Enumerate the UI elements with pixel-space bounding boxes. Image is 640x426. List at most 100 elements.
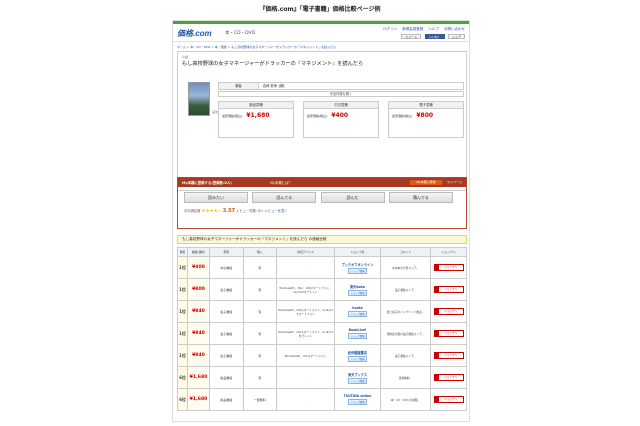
go-to-shop-button[interactable]: ショップへ (433, 374, 464, 381)
product-panel: 小説 もし高校野球の女子マネージャーがドラッカーの『マネジメント』を読んだら 画… (177, 51, 467, 191)
login-link[interactable]: ログイン (383, 27, 397, 31)
signup-link[interactable]: 新規会員登録 (402, 27, 423, 31)
comment-cell: 本・CD・DVD の通販。 (380, 388, 431, 411)
col-format[interactable]: 形態 (209, 247, 244, 257)
go-to-shop-button[interactable]: ショップへ (433, 352, 464, 359)
col-go: ショップへ (430, 247, 467, 257)
shop-name-link[interactable]: 楽天kobo (336, 284, 379, 289)
rank-cell: 1位 (177, 300, 188, 323)
shop-info-badge[interactable]: ショップ情報 (348, 289, 367, 296)
shop-name-link[interactable]: TSUTAYA online (336, 394, 379, 398)
rank-cell: 1位 (177, 278, 188, 301)
shop-info-badge[interactable]: ショップ情報 (348, 399, 367, 405)
row-price: ¥1,680 (189, 375, 208, 380)
shop-info-badge[interactable]: ショップ情報 (348, 267, 367, 274)
purchase-cell: 有 (242, 300, 277, 323)
register-bookshelf-button[interactable]: My本棚に登録 (410, 180, 442, 185)
comment-cell: 電子書籍ストア。 (380, 344, 431, 367)
purchase-cell: 有 (242, 322, 277, 345)
shop-info-badge[interactable]: ショップ情報 (348, 355, 367, 362)
price-cell: ¥840 (187, 300, 210, 323)
table-row: 6位 ¥1,680 新品書籍有 - 楽天ブックス ショップ情報 送料無料。 ショップへ (177, 366, 467, 389)
comment-cell: 紙と電子のハイブリッド書店。 (380, 300, 431, 323)
col-price[interactable]: 価格(送料) (187, 247, 210, 257)
shop-cell: 楽天kobo ショップ情報 (334, 278, 381, 301)
shop-info-badge[interactable]: ショップ情報 (348, 333, 367, 339)
mypage-link[interactable]: マイページ (447, 180, 462, 184)
format-cell: 電子書籍 (209, 322, 244, 345)
breadcrumb[interactable]: ホーム > 本・CD・DVD > 本・雑誌 > もし高校野球の女子マネージャーが… (177, 45, 467, 49)
go-cell: ショップへ (430, 256, 467, 279)
go-to-shop-button[interactable]: ショップへ (433, 396, 464, 403)
col-purchase: 購入 (242, 247, 277, 257)
rank-cell: 1位 (177, 344, 188, 367)
like-button[interactable]: いいね！ (424, 34, 445, 39)
format-box-used[interactable]: 中古書籍 最安価格(税込): ¥400 (303, 101, 379, 138)
table-row: 1位 ¥840 電子書籍有 WindowsPC、iOSスマートフォン 紀伊國屋書店 ショッ… (177, 344, 467, 367)
go-to-shop-button[interactable]: ショップへ (433, 308, 464, 315)
format-cell: 新品書籍 (209, 388, 244, 411)
format-box-ebook[interactable]: 電子書籍 最安価格(税込): ¥800 (388, 101, 464, 138)
go-cell: ショップへ (430, 300, 467, 323)
share-button[interactable]: シェア (447, 34, 465, 39)
go-to-shop-button[interactable]: ショップへ (433, 264, 464, 271)
site-logo[interactable]: 価格.com (177, 28, 212, 39)
author-value[interactable]: 岩崎 夏海【著】 (263, 83, 286, 89)
want-to-read-button[interactable]: 読みたい (184, 192, 248, 203)
col-comment: コメント (380, 247, 431, 257)
comment-cell: 送料無料。 (380, 366, 431, 389)
shop-name-link[interactable]: honto (336, 306, 379, 310)
rating-value: 3.57 (222, 208, 236, 214)
rank-cell: 6位 (177, 366, 188, 389)
row-price: ¥840 (192, 353, 205, 358)
rating-label: 平均満足度 (184, 209, 201, 213)
device-cell: WindowsPC、Mac、iOSスマートフォン、Androidタブレット (276, 278, 335, 301)
shop-name-link[interactable]: BookLive! (336, 328, 379, 332)
write-review-link[interactable]: レビューを書く (265, 209, 288, 213)
price-cell: ¥1,680 (187, 388, 210, 411)
shop-info-badge[interactable]: ショップ情報 (348, 311, 367, 317)
shop-name-link[interactable]: 楽天ブックス (336, 372, 379, 377)
price-cell: ¥840 (187, 344, 210, 367)
stacked-button[interactable]: 積んでる (388, 192, 453, 203)
table-row: 1位 ¥800 電子書籍有 WindowsPC、Mac、iOSスマートフォン、Andr… (177, 278, 467, 301)
format-name: 中古書籍 (304, 102, 378, 109)
format-price-row: 最安価格(税込): ¥800 (392, 112, 434, 119)
shop-cell: 紀伊國屋書店 ショップ情報 (334, 344, 381, 367)
read-button[interactable]: 読んだ (320, 192, 385, 203)
my-bookshelf-help-link[interactable]: My本棚とは？ (270, 180, 292, 185)
shop-info-badge[interactable]: ショップ情報 (348, 377, 367, 384)
row-price: ¥1,680 (189, 397, 208, 402)
browser-page: 価格.com 本・CD・DVD ログイン 新規会員登録 ヘルプ お問い合わせ ツ… (172, 20, 470, 422)
expand-info-button[interactable]: 作品情報を開く (218, 91, 464, 97)
device-cell: WindowsPC、iOSスマートフォン (276, 344, 335, 367)
go-to-shop-button[interactable]: ショップへ (433, 286, 464, 293)
device-cell: - (276, 366, 335, 389)
device-cell: - (276, 388, 335, 411)
subsite-label[interactable]: 本・CD・DVD (225, 30, 255, 36)
author-key: 著者 (219, 83, 259, 89)
contact-link[interactable]: お問い合わせ (444, 27, 465, 31)
purchase-cell: 一部無料 (242, 388, 277, 411)
help-link[interactable]: ヘルプ (428, 27, 439, 31)
price-cell: ¥840 (187, 322, 210, 345)
shop-cell: honto ショップ情報 (334, 300, 381, 323)
format-cell: 電子書籍 (209, 344, 244, 367)
shop-name-link[interactable]: 紀伊國屋書店 (336, 350, 379, 355)
format-price: ¥400 (331, 112, 349, 119)
purchase-cell: 有 (242, 366, 277, 389)
review-count: レビュー件数: 8人 (236, 209, 264, 213)
reading-button[interactable]: 読んでる (252, 192, 317, 203)
book-cover-image[interactable] (188, 82, 210, 116)
go-to-shop-button[interactable]: ショップへ (433, 330, 464, 337)
col-device: 対応デバイス (276, 247, 335, 257)
col-shop: ショップ名 (334, 247, 381, 257)
table-row: 1位 ¥840 電子書籍有 WindowsPC、iOSスマートフォン、Androidス… (177, 300, 467, 323)
header-links: ログイン 新規会員登録 ヘルプ お問い合わせ (379, 27, 465, 32)
format-cell: 中古書籍 (209, 256, 244, 279)
tweet-button[interactable]: ツイート (401, 34, 422, 39)
format-box-new[interactable]: 新品書籍 最安価格(税込): ¥1,680 (218, 101, 294, 138)
shop-name-link[interactable]: ブックオフオンライン (336, 262, 379, 267)
author-row: 著者 岩崎 夏海【著】 (218, 82, 464, 90)
go-cell: ショップへ (430, 344, 467, 367)
